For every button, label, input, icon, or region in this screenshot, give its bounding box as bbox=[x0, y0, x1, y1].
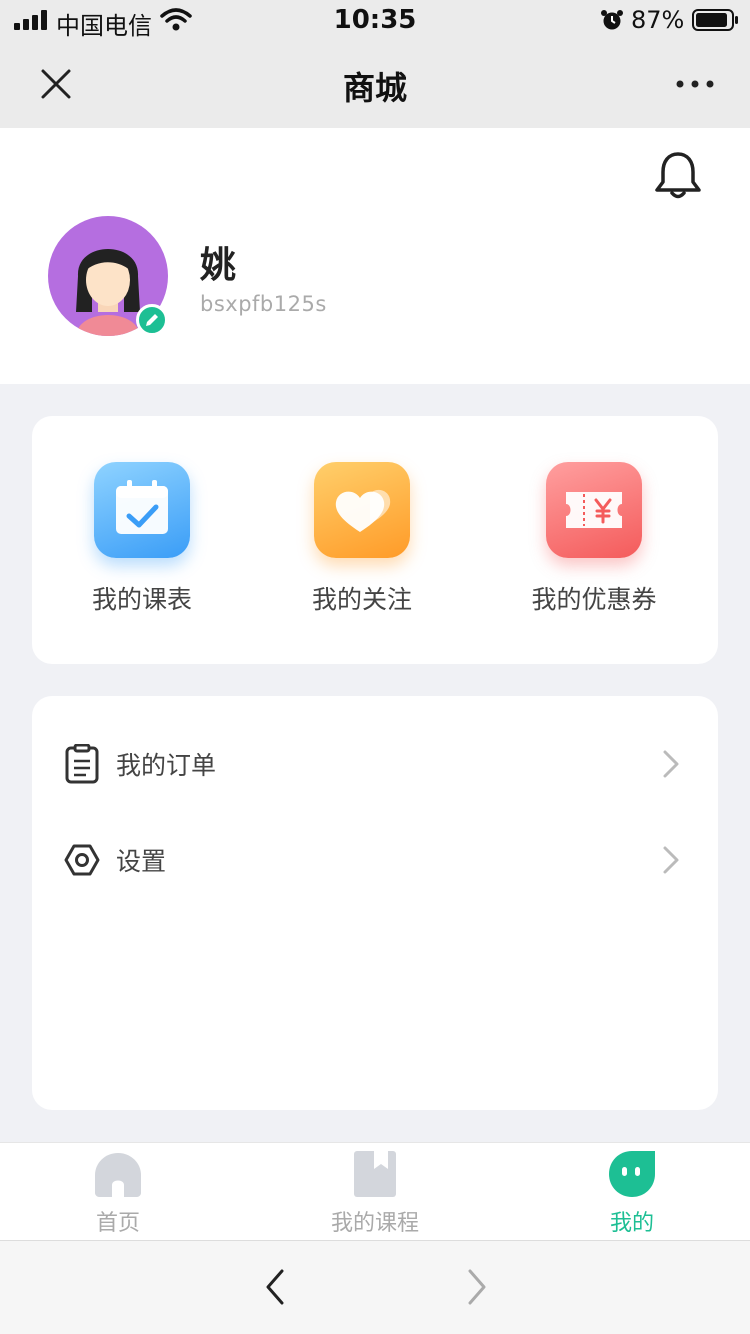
hearts-tile bbox=[314, 462, 410, 558]
settings-icon bbox=[64, 844, 100, 876]
edit-avatar-button[interactable] bbox=[136, 304, 168, 336]
shortcut-label: 我的课表 bbox=[91, 585, 192, 614]
edit-icon bbox=[146, 314, 158, 326]
shortcut-coupons[interactable]: 我的优惠券 bbox=[494, 460, 694, 620]
tab-label: 首页 bbox=[95, 1211, 140, 1236]
tab-my-courses[interactable]: 我的课程 bbox=[300, 1143, 450, 1241]
order-icon bbox=[65, 744, 99, 784]
nav-bar: 商城 bbox=[0, 40, 750, 128]
bell-icon[interactable] bbox=[650, 148, 706, 204]
tab-home[interactable]: 首页 bbox=[43, 1143, 193, 1241]
menu-item-settings[interactable]: 设置 bbox=[32, 812, 718, 908]
profile-header: 姚 bsxpfb125s bbox=[0, 128, 750, 384]
menu-label: 设置 bbox=[116, 847, 167, 876]
calendar-icon bbox=[116, 480, 168, 534]
chevron-right-icon bbox=[663, 846, 679, 874]
coupon-tile bbox=[546, 462, 642, 558]
forward-icon[interactable] bbox=[464, 1267, 490, 1307]
shortcut-label: 我的优惠券 bbox=[531, 585, 657, 614]
calendar-tile bbox=[94, 462, 190, 558]
user-name: 姚 bbox=[200, 245, 237, 286]
shortcut-label: 我的关注 bbox=[311, 585, 412, 614]
tab-label: 我的 bbox=[609, 1211, 654, 1236]
book-icon bbox=[354, 1151, 396, 1197]
alarm-icon bbox=[601, 10, 623, 30]
me-icon bbox=[609, 1151, 655, 1197]
user-id: bsxpfb125s bbox=[200, 292, 327, 316]
hearts-icon bbox=[335, 489, 391, 532]
back-icon[interactable] bbox=[262, 1267, 288, 1307]
status-bar: 中国电信 10:35 87% bbox=[0, 0, 750, 40]
battery-percent: 87% bbox=[631, 6, 685, 34]
chevron-right-icon bbox=[663, 750, 679, 778]
more-icon[interactable] bbox=[672, 70, 718, 98]
shortcut-schedule[interactable]: 我的课表 bbox=[42, 460, 242, 620]
shortcut-follows[interactable]: 我的关注 bbox=[262, 460, 462, 620]
coupon-icon bbox=[566, 492, 622, 528]
menu-item-orders[interactable]: 我的订单 bbox=[32, 716, 718, 812]
tab-label: 我的课程 bbox=[330, 1211, 419, 1236]
tab-bar: 首页 我的课程 我的 bbox=[0, 1142, 750, 1240]
browser-toolbar bbox=[0, 1240, 750, 1334]
menu-card: 我的订单 设置 bbox=[32, 696, 718, 1110]
home-icon bbox=[95, 1153, 141, 1197]
menu-label: 我的订单 bbox=[116, 751, 217, 780]
page-title: 商城 bbox=[342, 69, 407, 107]
tab-me[interactable]: 我的 bbox=[557, 1143, 707, 1241]
battery-icon bbox=[692, 9, 738, 31]
shortcuts-card: 我的课表 我的关注 我的优惠券 bbox=[32, 416, 718, 664]
